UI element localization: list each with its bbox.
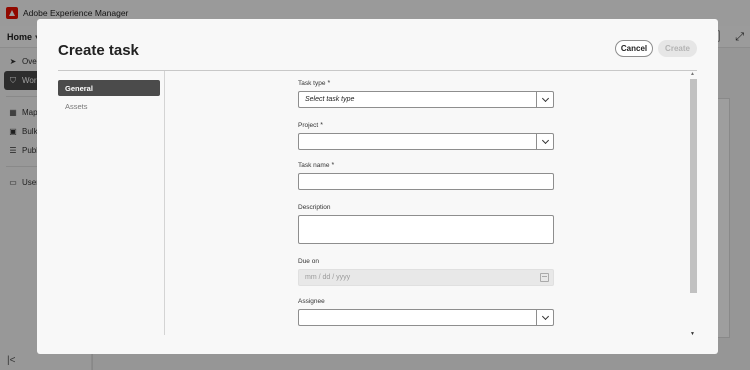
task-name-label-text: Task name <box>298 162 330 169</box>
required-mark: * <box>320 122 323 129</box>
task-type-label-text: Task type <box>298 80 326 87</box>
chevron-down-icon[interactable] <box>536 134 553 149</box>
dialog-nav-assets[interactable]: Assets <box>58 98 160 114</box>
chevron-down-icon[interactable] <box>536 92 553 107</box>
required-mark: * <box>327 80 331 87</box>
scroll-thumb[interactable] <box>690 79 697 293</box>
scroll-up-icon[interactable]: ▲ <box>690 71 695 77</box>
dialog-divider <box>58 70 697 71</box>
task-name-label: Task name * <box>298 161 554 170</box>
description-label: Description <box>298 204 331 211</box>
cancel-button[interactable]: Cancel <box>615 40 653 57</box>
dialog-nav-divider <box>164 71 165 335</box>
due-on-placeholder: mm / dd / yyyy <box>305 274 351 281</box>
create-button[interactable]: Create <box>658 40 697 57</box>
dialog-title: Create task <box>58 42 139 59</box>
assignee-select[interactable] <box>298 309 554 326</box>
task-type-field: Task type * Select task type <box>298 79 554 108</box>
scroll-down-icon[interactable]: ▼ <box>690 331 695 337</box>
task-type-select[interactable]: Select task type <box>298 91 554 108</box>
task-name-input[interactable] <box>298 173 554 190</box>
assignee-label: Assignee <box>298 298 325 305</box>
task-type-value: Select task type <box>305 96 355 103</box>
create-task-dialog: Create task Cancel Create General Assets… <box>37 19 718 354</box>
dialog-nav-general[interactable]: General <box>58 80 160 96</box>
due-on-date-input[interactable]: mm / dd / yyyy <box>298 269 554 286</box>
task-type-label: Task type * <box>298 79 554 88</box>
due-on-field: Due on mm / dd / yyyy <box>298 257 554 286</box>
task-form: Task type * Select task type Project * Tas… <box>298 79 554 326</box>
project-label-text: Project <box>298 122 319 129</box>
form-scrollbar[interactable]: ▲ ▼ <box>689 71 697 337</box>
assignee-field: Assignee <box>298 297 554 326</box>
description-field: Description <box>298 203 554 244</box>
due-on-label: Due on <box>298 258 319 265</box>
project-field: Project * <box>298 121 554 150</box>
description-textarea[interactable] <box>298 215 554 244</box>
chevron-down-icon[interactable] <box>536 310 553 325</box>
project-label: Project * <box>298 121 554 130</box>
dialog-nav: General Assets <box>58 80 160 116</box>
required-mark: * <box>331 162 335 169</box>
project-select[interactable] <box>298 133 554 150</box>
calendar-icon[interactable] <box>540 273 549 282</box>
task-name-field: Task name * <box>298 161 554 190</box>
